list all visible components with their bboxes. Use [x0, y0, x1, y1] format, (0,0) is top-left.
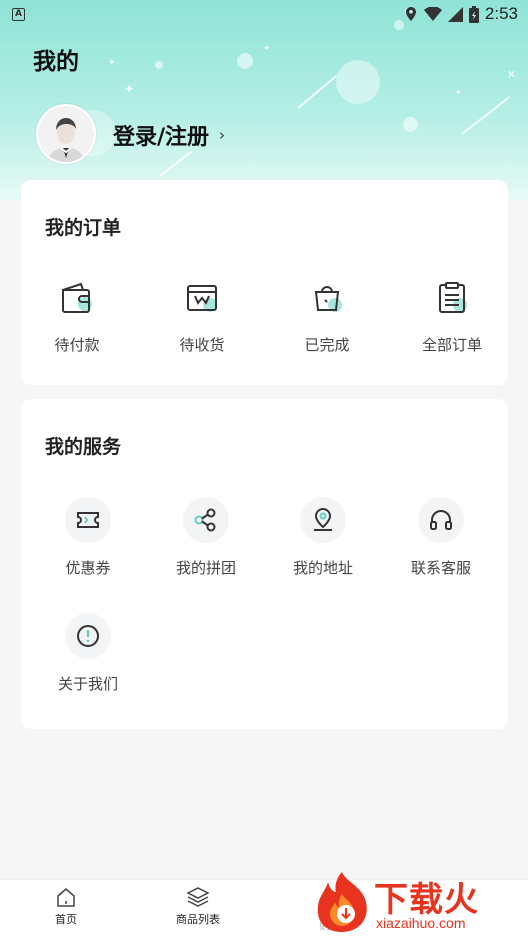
streak-decoration: [159, 150, 192, 177]
services-card: 我的服务 优惠券 我的拼团 我的地址 联系客服 关于我们: [21, 399, 508, 729]
planet-decoration: [336, 60, 380, 104]
service-label: 关于我们: [57, 675, 118, 693]
orders-card: 我的订单 待付款 待收货 已完成 全部订单: [21, 180, 508, 385]
services-title: 我的服务: [45, 436, 122, 458]
avatar-container[interactable]: [36, 104, 98, 166]
service-group-buy[interactable]: 我的拼团: [147, 497, 265, 578]
layers-icon: [186, 887, 210, 907]
battery-icon: [468, 5, 479, 23]
service-label: 我的地址: [292, 559, 353, 577]
location-icon: [405, 7, 416, 21]
order-pending-payment[interactable]: 待付款: [22, 278, 132, 355]
star-decoration: ✦: [455, 88, 462, 97]
coupon-icon: [65, 497, 111, 543]
star-decoration: ✦: [108, 58, 116, 68]
profile-header: ✦ ✦ ✕ ✦ ✦: [0, 0, 528, 200]
wifi-icon: [423, 7, 442, 21]
orders-title: 我的订单: [45, 217, 122, 239]
nav-product-list[interactable]: 商品列表: [153, 886, 243, 927]
streak-decoration: [297, 75, 337, 109]
star-decoration: ✕: [507, 68, 517, 81]
home-icon: [57, 888, 75, 907]
avatar[interactable]: [36, 104, 96, 164]
order-pending-receipt[interactable]: 待收货: [147, 278, 257, 355]
login-register-link[interactable]: 登录/注册 ›: [113, 119, 225, 151]
flame-logo-icon: [317, 872, 367, 932]
streak-decoration: [461, 96, 510, 135]
clock: 2:53: [484, 4, 518, 23]
service-label: 我的拼团: [175, 559, 236, 577]
watermark: 下载火 xiazaihuo.com: [312, 868, 528, 936]
nav-home[interactable]: 首页: [21, 886, 111, 927]
nav-label: 首页: [55, 913, 77, 926]
service-label: 联系客服: [410, 559, 471, 577]
star-decoration: ✦: [124, 82, 135, 96]
receive-box-icon: [182, 278, 222, 318]
page-title: 我的: [33, 49, 79, 75]
share-icon: [183, 497, 229, 543]
signal-icon: [447, 6, 463, 22]
shopping-bag-icon: [307, 278, 347, 318]
status-bar: A 2:53: [0, 0, 528, 28]
watermark-url: xiazaihuo.com: [376, 915, 466, 931]
info-icon: [65, 613, 111, 659]
bubble-decoration: [155, 61, 163, 69]
order-label: 全部订单: [421, 336, 482, 354]
user-avatar-icon: [38, 106, 94, 162]
login-register-label: 登录/注册: [113, 125, 210, 150]
bubble-decoration: [237, 53, 253, 69]
order-all[interactable]: 全部订单: [397, 278, 507, 355]
service-label: 优惠券: [65, 559, 111, 577]
star-decoration: ✦: [263, 44, 271, 54]
notification-icon: A: [12, 7, 25, 21]
order-completed[interactable]: 已完成: [272, 278, 382, 355]
service-customer-support[interactable]: 联系客服: [382, 497, 500, 578]
order-label: 待收货: [179, 336, 225, 354]
order-label: 待付款: [54, 336, 100, 354]
service-coupon[interactable]: 优惠券: [29, 497, 147, 578]
bubble-decoration: [403, 117, 418, 132]
service-about-us[interactable]: 关于我们: [29, 613, 147, 694]
clipboard-list-icon: [432, 278, 472, 318]
watermark-text: 下载火: [374, 880, 479, 920]
service-address[interactable]: 我的地址: [264, 497, 382, 578]
order-label: 已完成: [304, 336, 350, 354]
headset-icon: [418, 497, 464, 543]
wallet-icon: [57, 278, 97, 318]
location-pin-icon: [300, 497, 346, 543]
nav-label: 商品列表: [176, 913, 220, 926]
chevron-right-icon: ›: [219, 126, 226, 144]
